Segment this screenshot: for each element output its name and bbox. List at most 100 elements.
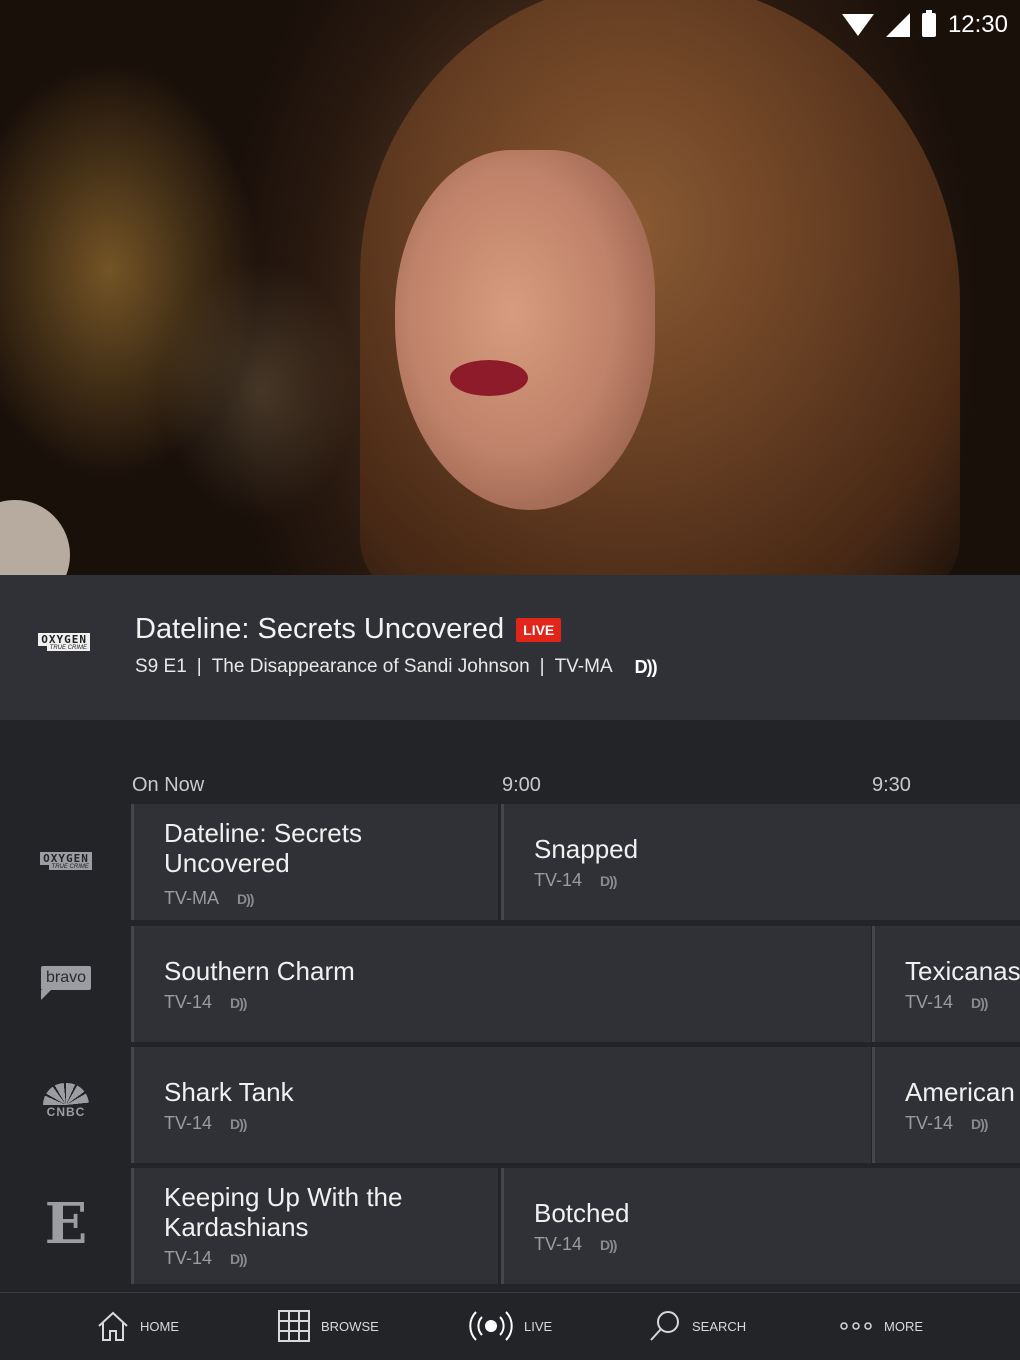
descriptive-video-icon: D)) <box>634 656 658 677</box>
program-title-line: American <box>905 1077 1015 1107</box>
video-frame-subject <box>0 500 70 575</box>
program-meta: TV-14 D)) <box>534 870 617 891</box>
program-meta: TV-14 D)) <box>164 1248 247 1269</box>
program-meta: TV-14 D)) <box>164 992 247 1013</box>
broadcast-icon <box>469 1311 513 1341</box>
program-title-line: Kardashians <box>164 1212 309 1242</box>
search-icon <box>650 1311 679 1341</box>
oxygen-true-crime-logo: OXYGEN TRUE CRIME <box>38 633 90 651</box>
nav-label: SEARCH <box>692 1318 747 1334</box>
program-cell[interactable]: Botched TV-14 D)) <box>501 1168 1020 1284</box>
channel-logo[interactable]: bravo <box>38 966 94 1000</box>
video-player[interactable]: 12:30 <box>0 0 1020 575</box>
nav-label: MORE <box>884 1318 923 1334</box>
program-title: Shark Tank <box>164 1077 294 1107</box>
cell-signal-icon <box>885 13 910 37</box>
guide-row: OXYGEN TRUE CRIME Dateline: Secrets Unco… <box>0 804 1020 922</box>
live-badge: LIVE <box>516 617 562 642</box>
program-guide: On Now 9:00 9:30 OXYGEN TRUE CRIME Datel… <box>0 720 1020 1292</box>
program-cell[interactable]: Snapped TV-14 D)) <box>501 804 1020 920</box>
program-cell[interactable]: American TV-14 D)) <box>872 1047 1020 1163</box>
nav-label: LIVE <box>524 1318 553 1334</box>
program-meta: TV-MA D)) <box>164 888 254 909</box>
descriptive-video-icon: D)) <box>600 872 617 889</box>
program-title: Botched <box>534 1198 629 1228</box>
program-title: American <box>905 1077 1015 1107</box>
battery-icon <box>921 10 936 37</box>
nav-more[interactable]: MORE <box>838 1309 923 1343</box>
program-title-line: Snapped <box>534 834 639 864</box>
descriptive-video-icon: D)) <box>971 1115 988 1132</box>
program-title: Snapped <box>534 834 638 864</box>
program-rating: TV-14 <box>534 1234 583 1254</box>
nav-label: HOME <box>140 1318 179 1334</box>
program-meta: TV-14 D)) <box>905 1113 988 1134</box>
time-slot-label: 9:00 <box>502 774 541 796</box>
separator: | <box>539 656 545 677</box>
program-meta: TV-14 D)) <box>534 1234 617 1255</box>
channel-logo[interactable]: OXYGEN TRUE CRIME <box>38 852 94 870</box>
nav-search[interactable]: SEARCH <box>648 1309 746 1343</box>
status-time: 12:30 <box>947 11 1008 38</box>
program-title-line: Botched <box>534 1198 630 1228</box>
program-title: Dateline: Secrets Uncovered <box>164 818 362 878</box>
channel-logo[interactable]: CNBC <box>38 1083 94 1119</box>
program-cell[interactable]: Dateline: Secrets Uncovered TV-MA D)) <box>131 804 498 920</box>
program-cell[interactable]: Keeping Up With the Kardashians TV-14 D)… <box>131 1168 498 1284</box>
wifi-icon <box>841 14 874 36</box>
program-title: Southern Charm <box>164 956 355 986</box>
program-title-line: Shark Tank <box>164 1077 294 1107</box>
program-meta: TV-14 D)) <box>164 1113 247 1134</box>
channel-logo[interactable]: E <box>38 1196 94 1252</box>
program-rating: TV-14 <box>164 1113 213 1133</box>
nav-label: BROWSE <box>321 1318 379 1334</box>
time-slot-label: On Now <box>132 774 205 796</box>
program-rating: TV-14 <box>905 1113 954 1133</box>
app-root: 12:30 OXYGEN TRUE CRIME Dateline: Secret… <box>0 0 1020 1360</box>
guide-row: CNBC Shark Tank TV-14 D)) American TV-14 <box>0 1047 1020 1165</box>
program-rating: TV-MA <box>164 888 220 908</box>
descriptive-video-icon: D)) <box>600 1236 617 1253</box>
logo-subtext: TRUE CRIME <box>46 645 90 651</box>
nav-browse[interactable]: BROWSE <box>277 1309 379 1343</box>
nav-home[interactable]: HOME <box>96 1309 179 1343</box>
now-playing-title-row: Dateline: Secrets Uncovered LIVE <box>135 613 562 646</box>
descriptive-video-icon: D)) <box>230 994 247 1011</box>
logo-text: CNBC <box>46 1105 86 1119</box>
program-meta: TV-14 D)) <box>905 992 988 1013</box>
status-bar: 12:30 <box>841 8 1008 42</box>
program-title-line: Keeping Up With the <box>164 1182 403 1212</box>
nav-live[interactable]: LIVE <box>468 1309 552 1343</box>
peacock-icon <box>43 1083 89 1105</box>
separator: | <box>196 656 202 677</box>
program-title-line: Texicanas <box>905 956 1020 986</box>
now-playing-title: Dateline: Secrets Uncovered <box>135 613 505 645</box>
program-title-line: Uncovered <box>164 848 290 878</box>
now-playing-panel[interactable]: OXYGEN TRUE CRIME Dateline: Secrets Unco… <box>0 575 1020 720</box>
more-dots-icon <box>840 1322 872 1330</box>
logo-subtext: TRUE CRIME <box>48 864 92 870</box>
program-cell[interactable]: Texicanas TV-14 D)) <box>872 926 1020 1042</box>
e-logo: E <box>44 1191 88 1257</box>
now-playing-details: S9 E1 | The Disappearance of Sandi Johns… <box>135 656 658 678</box>
descriptive-video-icon: D)) <box>237 890 254 907</box>
descriptive-video-icon: D)) <box>230 1250 247 1267</box>
cnbc-logo: CNBC <box>43 1083 89 1119</box>
program-cell[interactable]: Shark Tank TV-14 D)) <box>131 1047 871 1163</box>
program-rating: TV-14 <box>164 992 213 1012</box>
video-frame-background <box>160 260 360 520</box>
oxygen-true-crime-logo: OXYGEN TRUE CRIME <box>40 852 92 870</box>
home-icon <box>98 1311 128 1341</box>
episode-number: S9 E1 <box>135 656 187 677</box>
time-slot-label: 9:30 <box>872 774 911 796</box>
video-frame-subject <box>450 360 528 396</box>
program-title: Keeping Up With the Kardashians <box>164 1182 402 1242</box>
episode-title: The Disappearance of Sandi Johnson <box>211 656 530 677</box>
program-rating: TV-14 <box>164 1248 213 1268</box>
program-cell[interactable]: Southern Charm TV-14 D)) <box>131 926 871 1042</box>
rating: TV-MA <box>554 656 613 677</box>
program-title: Texicanas <box>905 956 1020 986</box>
grid-icon <box>278 1310 310 1342</box>
bottom-navigation: HOME BROWSE LIVE SEARCH MORE <box>0 1292 1020 1360</box>
guide-row: E Keeping Up With the Kardashians TV-14 … <box>0 1168 1020 1286</box>
